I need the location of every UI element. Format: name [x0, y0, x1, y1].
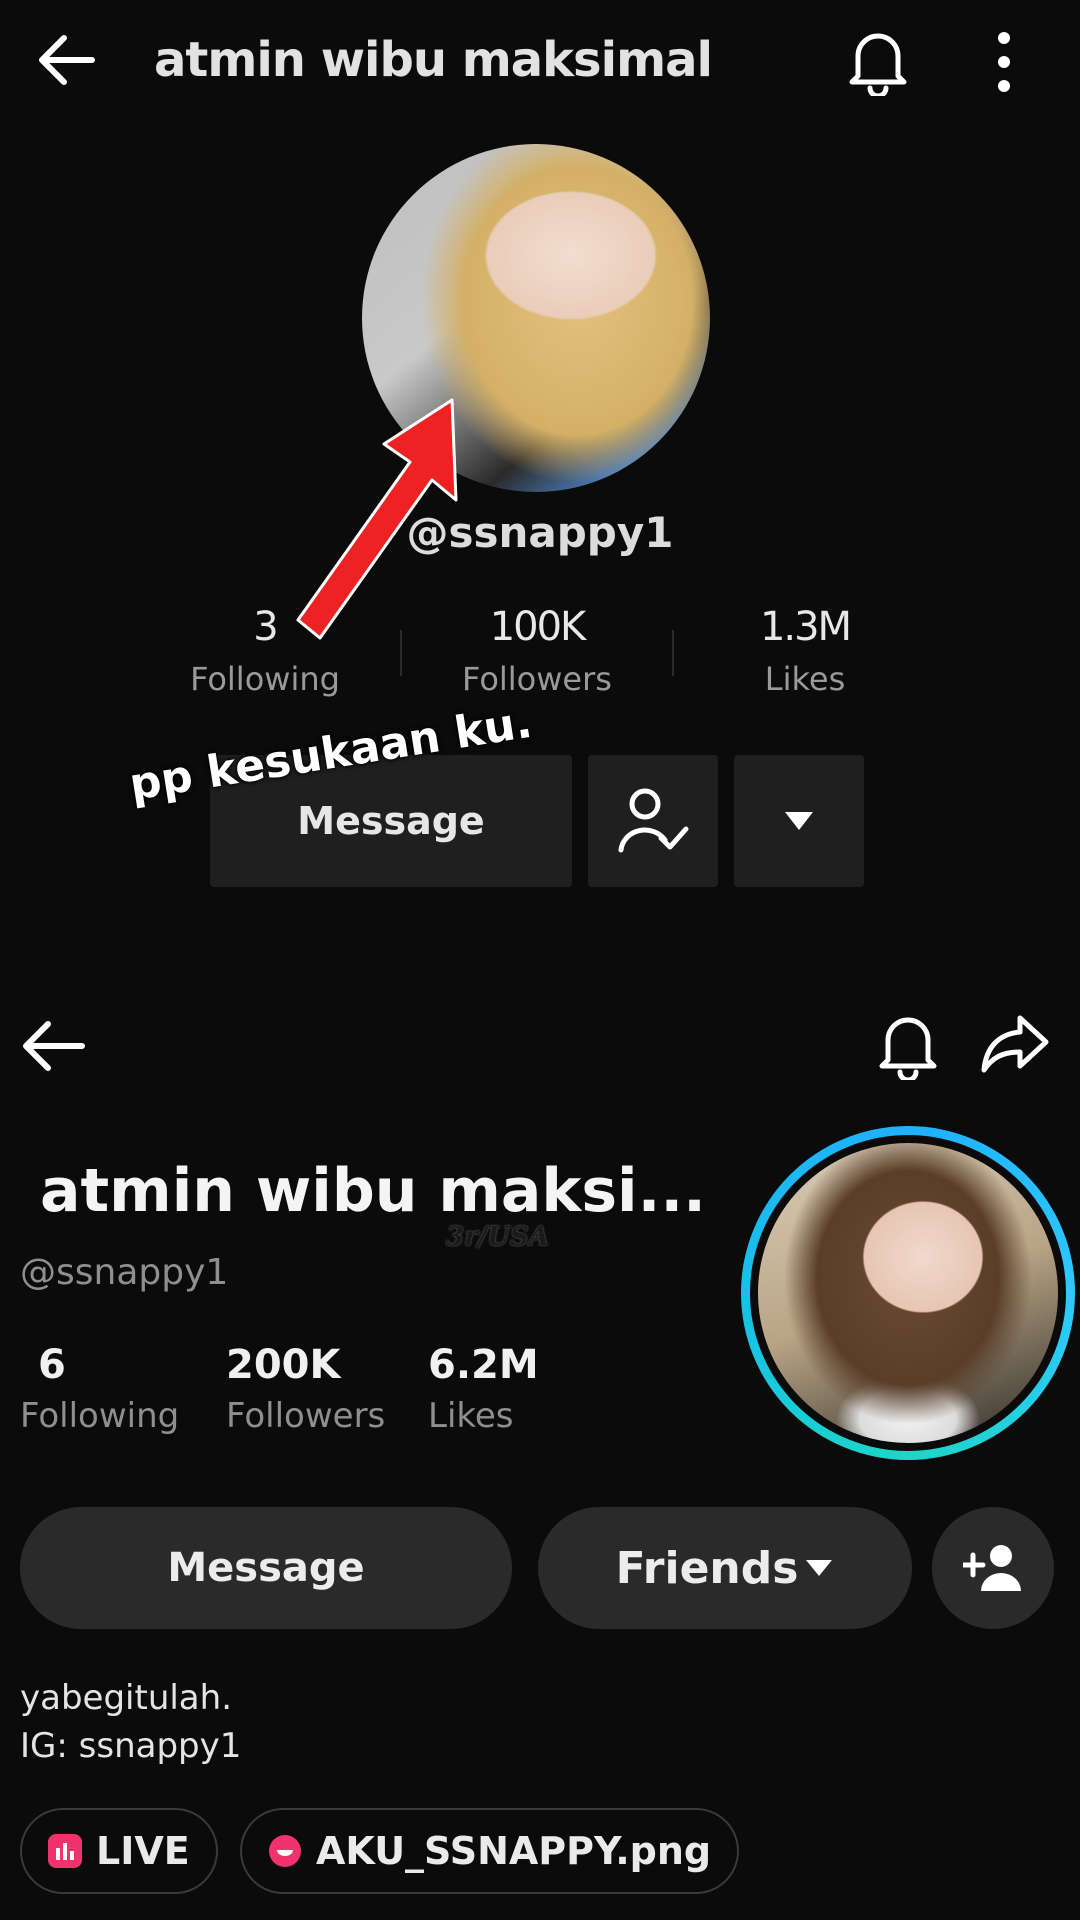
live-chart-icon — [48, 1834, 82, 1868]
bubble-icon — [268, 1834, 302, 1868]
bell-icon[interactable] — [846, 26, 910, 96]
live-chip[interactable]: LIVE — [20, 1808, 218, 1894]
bio-line: yabegitulah. — [20, 1678, 233, 1718]
stat-label: Followers — [462, 660, 612, 698]
bio-line: IG: ssnappy1 — [20, 1726, 242, 1766]
watermark: 3r/USA — [446, 1222, 549, 1252]
friends-button[interactable]: Friends — [538, 1507, 912, 1629]
stat-value: 1.3M — [759, 604, 852, 650]
link-chip[interactable]: AKU_SSNAPPY.png — [240, 1808, 740, 1894]
caret-down-icon — [804, 1558, 834, 1578]
message-button[interactable]: Message — [20, 1507, 512, 1629]
red-arrow-icon — [280, 370, 480, 650]
avatar[interactable] — [750, 1135, 1066, 1451]
friends-label: Friends — [615, 1542, 799, 1594]
stat-label: Likes — [428, 1396, 514, 1436]
divider — [672, 630, 674, 676]
back-arrow-icon[interactable] — [36, 32, 96, 88]
caret-down-icon — [783, 810, 815, 832]
stat-likes[interactable]: 6.2M Likes — [428, 1342, 539, 1436]
username: @ssnappy1 — [20, 1252, 229, 1293]
stat-following[interactable]: 6 Following — [20, 1342, 179, 1436]
stat-followers[interactable]: 200K Followers — [226, 1342, 385, 1436]
chip-label: AKU_SSNAPPY.png — [316, 1829, 712, 1873]
more-vertical-icon[interactable] — [992, 30, 1016, 94]
stat-label: Likes — [764, 660, 846, 698]
stat-value: 6.2M — [428, 1342, 539, 1388]
stat-value: 6 — [38, 1342, 66, 1388]
chip-label: LIVE — [96, 1829, 190, 1873]
more-options-button[interactable] — [734, 755, 864, 887]
story-ring[interactable] — [741, 1126, 1075, 1460]
share-icon[interactable] — [980, 1014, 1050, 1074]
add-friend-icon — [963, 1543, 1023, 1593]
stat-likes[interactable]: 1.3M Likes — [700, 604, 910, 698]
add-friend-button[interactable] — [932, 1507, 1054, 1629]
bell-icon[interactable] — [876, 1010, 940, 1080]
stat-label: Following — [190, 660, 340, 698]
page-title: atmin wibu maksimal — [154, 32, 713, 88]
stat-value: 200K — [226, 1342, 341, 1388]
username: @ssnappy1 — [406, 508, 674, 557]
stat-label: Followers — [226, 1396, 386, 1436]
profile-name: atmin wibu maksi... — [40, 1156, 706, 1226]
stat-label: Following — [20, 1396, 180, 1436]
person-check-icon — [615, 786, 691, 856]
back-arrow-icon[interactable] — [20, 1018, 86, 1074]
following-status-button[interactable] — [588, 755, 718, 887]
